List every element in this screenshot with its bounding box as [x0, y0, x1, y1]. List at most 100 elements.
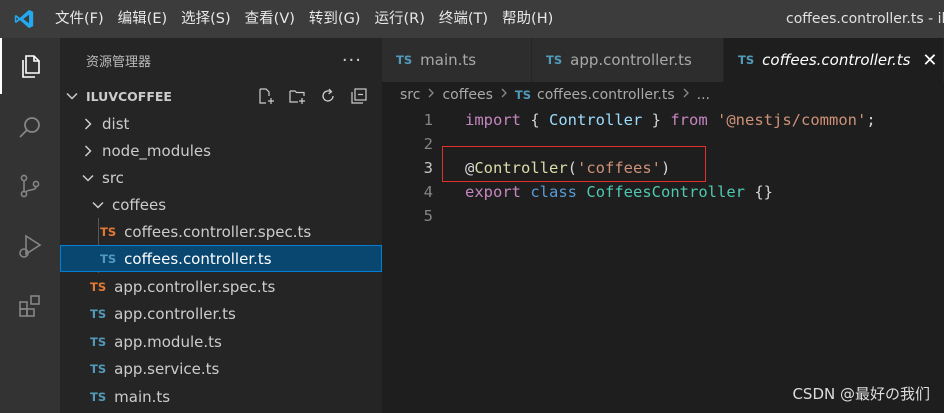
- code-line[interactable]: 4 export class CoffeesController {}: [382, 180, 944, 204]
- refresh-icon[interactable]: [317, 85, 339, 107]
- breadcrumb-item[interactable]: coffees.controller.ts: [537, 87, 675, 103]
- menu-view[interactable]: 查看(V): [238, 0, 302, 38]
- typescript-file-icon: TS: [90, 334, 107, 349]
- more-actions-button[interactable]: ···: [342, 50, 362, 71]
- code-token: export: [465, 183, 521, 201]
- explorer-sidebar: 资源管理器 ··· ILUVCOFFEE dist node_modules s…: [60, 38, 382, 413]
- code-token: }: [642, 111, 671, 129]
- explorer-title: 资源管理器: [86, 54, 152, 70]
- tree-item-app-controller-spec[interactable]: TS app.controller.spec.ts: [60, 273, 382, 300]
- source-control-icon[interactable]: [0, 158, 60, 214]
- code-token: CoffeesController: [586, 183, 745, 201]
- line-number: 1: [423, 111, 433, 129]
- explorer-icon[interactable]: [0, 38, 60, 94]
- vscode-logo-icon: [0, 0, 48, 38]
- tree-item-app-module[interactable]: TS app.module.ts: [60, 328, 382, 355]
- typescript-file-icon: TS: [90, 279, 107, 294]
- chevron-right-icon: [80, 143, 96, 159]
- typescript-file-icon: TS: [396, 53, 413, 67]
- menu-bar: 文件(F) 编辑(E) 选择(S) 查看(V) 转到(G) 运行(R) 终端(T…: [48, 0, 560, 38]
- tree-item-coffees[interactable]: coffees: [60, 191, 382, 218]
- tree-item-app-controller[interactable]: TS app.controller.ts: [60, 300, 382, 327]
- tree-item-label: coffees.controller.spec.ts: [124, 222, 312, 241]
- chevron-down-icon: [80, 170, 96, 186]
- code-token: {: [521, 111, 549, 129]
- chevron-right-icon: [426, 87, 436, 103]
- code-token: Controller: [549, 111, 643, 129]
- typescript-file-icon: TS: [90, 389, 107, 404]
- tab-app-controller-ts[interactable]: TS app.controller.ts: [532, 38, 724, 82]
- tree-item-label: app.controller.ts: [114, 304, 236, 323]
- chevron-right-icon: [681, 87, 691, 103]
- menu-go[interactable]: 转到(G): [302, 0, 368, 38]
- collapse-all-icon[interactable]: [348, 85, 370, 107]
- tree-item-dist[interactable]: dist: [60, 110, 382, 137]
- run-debug-icon[interactable]: [0, 218, 60, 274]
- chevron-down-icon: [64, 88, 80, 104]
- tree-item-label: dist: [102, 114, 130, 133]
- tab-main-ts[interactable]: TS main.ts: [382, 38, 532, 82]
- breadcrumb-item[interactable]: src: [400, 87, 420, 103]
- tree-item-label: coffees: [112, 195, 167, 214]
- tree-item-coffees-controller-spec[interactable]: TS coffees.controller.spec.ts: [60, 218, 382, 245]
- typescript-file-icon: TS: [100, 224, 117, 239]
- tree-item-label: app.controller.spec.ts: [114, 277, 276, 296]
- folder-actions: [255, 82, 370, 110]
- annotation-highlight-box: [442, 146, 706, 182]
- code-token: class: [530, 183, 578, 201]
- code-token: {}: [745, 183, 773, 201]
- breadcrumb-item[interactable]: ...: [697, 87, 710, 103]
- extensions-icon[interactable]: [0, 278, 60, 334]
- line-number: 5: [423, 207, 433, 225]
- menu-help[interactable]: 帮助(H): [495, 0, 560, 38]
- tree-item-app-service[interactable]: TS app.service.ts: [60, 355, 382, 382]
- menu-run[interactable]: 运行(R): [367, 0, 431, 38]
- chevron-right-icon: [80, 116, 96, 132]
- typescript-file-icon: TS: [514, 88, 532, 102]
- tab-label: main.ts: [420, 51, 477, 69]
- typescript-file-icon: TS: [90, 306, 107, 321]
- editor-tabs: TS main.ts TS app.controller.ts TS coffe…: [382, 38, 944, 82]
- code-token: import: [465, 111, 521, 129]
- typescript-file-icon: TS: [738, 53, 755, 67]
- line-number: 2: [423, 135, 433, 153]
- workspace-folder-header[interactable]: ILUVCOFFEE: [60, 82, 382, 110]
- chevron-right-icon: [499, 87, 509, 103]
- tree-item-label: app.module.ts: [114, 332, 222, 351]
- title-bar: 文件(F) 编辑(E) 选择(S) 查看(V) 转到(G) 运行(R) 终端(T…: [0, 0, 944, 38]
- code-line[interactable]: 1 import { Controller } from '@nestjs/com…: [382, 108, 944, 132]
- window-title: coffees.controller.ts - iluvcoffee: [786, 11, 944, 27]
- breadcrumb: src coffees TS coffees.controller.ts ...: [382, 82, 944, 108]
- search-icon[interactable]: [0, 100, 60, 156]
- chevron-down-icon: [90, 197, 106, 213]
- menu-selection[interactable]: 选择(S): [174, 0, 238, 38]
- tree-item-label: src: [102, 168, 124, 187]
- menu-file[interactable]: 文件(F): [48, 0, 111, 38]
- tree-item-main[interactable]: TS main.ts: [60, 383, 382, 410]
- menu-terminal[interactable]: 终端(T): [432, 0, 495, 38]
- tab-coffees-controller-ts[interactable]: TS coffees.controller.ts ✕: [724, 38, 944, 82]
- tree-item-src[interactable]: src: [60, 164, 382, 191]
- close-icon[interactable]: ✕: [922, 50, 937, 71]
- new-file-icon[interactable]: [255, 85, 277, 107]
- workspace-folder-name: ILUVCOFFEE: [86, 88, 172, 104]
- tab-label: app.controller.ts: [570, 51, 692, 69]
- watermark: CSDN @最好の我们: [792, 385, 930, 403]
- explorer-header: 资源管理器 ···: [60, 38, 382, 82]
- tree-item-coffees-controller[interactable]: TS coffees.controller.ts: [60, 245, 382, 272]
- tree-item-node-modules[interactable]: node_modules: [60, 137, 382, 164]
- new-folder-icon[interactable]: [286, 85, 308, 107]
- code-token: '@nestjs/common': [717, 111, 867, 129]
- code-text: export class CoffeesController {}: [465, 180, 773, 204]
- code-token: from: [670, 111, 708, 129]
- tree-item-label: app.service.ts: [114, 359, 220, 378]
- code-token: ;: [866, 111, 876, 129]
- breadcrumb-item[interactable]: coffees: [442, 87, 492, 103]
- tab-label: coffees.controller.ts: [762, 51, 911, 69]
- code-text: import { Controller } from '@nestjs/comm…: [465, 108, 876, 132]
- menu-edit[interactable]: 编辑(E): [111, 0, 174, 38]
- code-line[interactable]: 5: [382, 204, 944, 228]
